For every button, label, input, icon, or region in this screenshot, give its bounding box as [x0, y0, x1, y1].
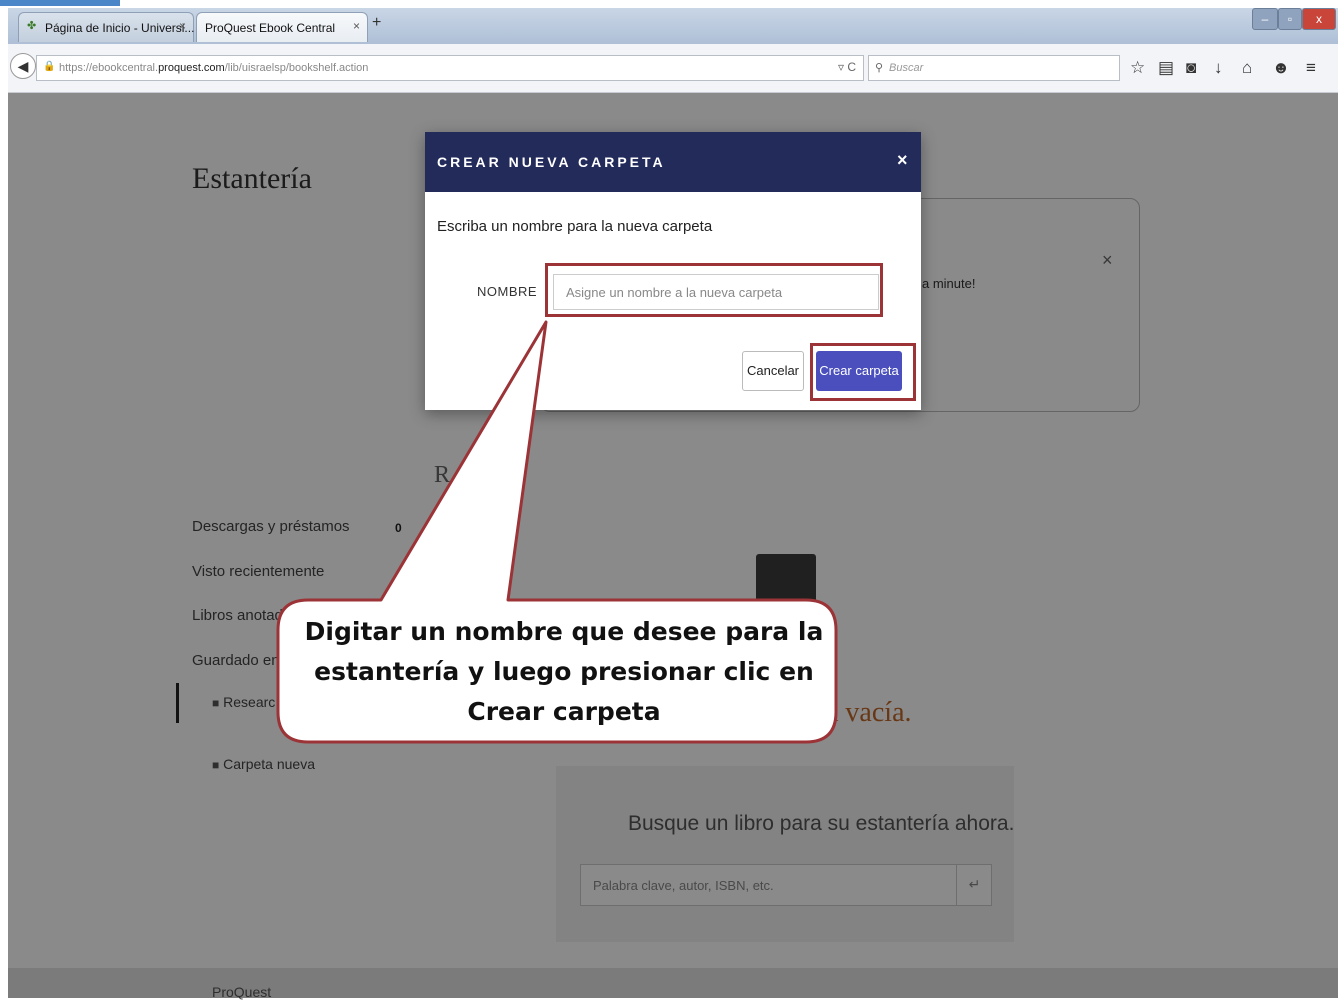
- callout-text: Digitar un nombre que desee para la esta…: [286, 612, 842, 732]
- callout-line-3: Crear carpeta: [467, 697, 661, 726]
- callout-bubble: [276, 320, 838, 744]
- callout-line-2: estantería y luego presionar clic en: [314, 657, 814, 686]
- callout-line-1: Digitar un nombre que desee para la: [304, 617, 824, 646]
